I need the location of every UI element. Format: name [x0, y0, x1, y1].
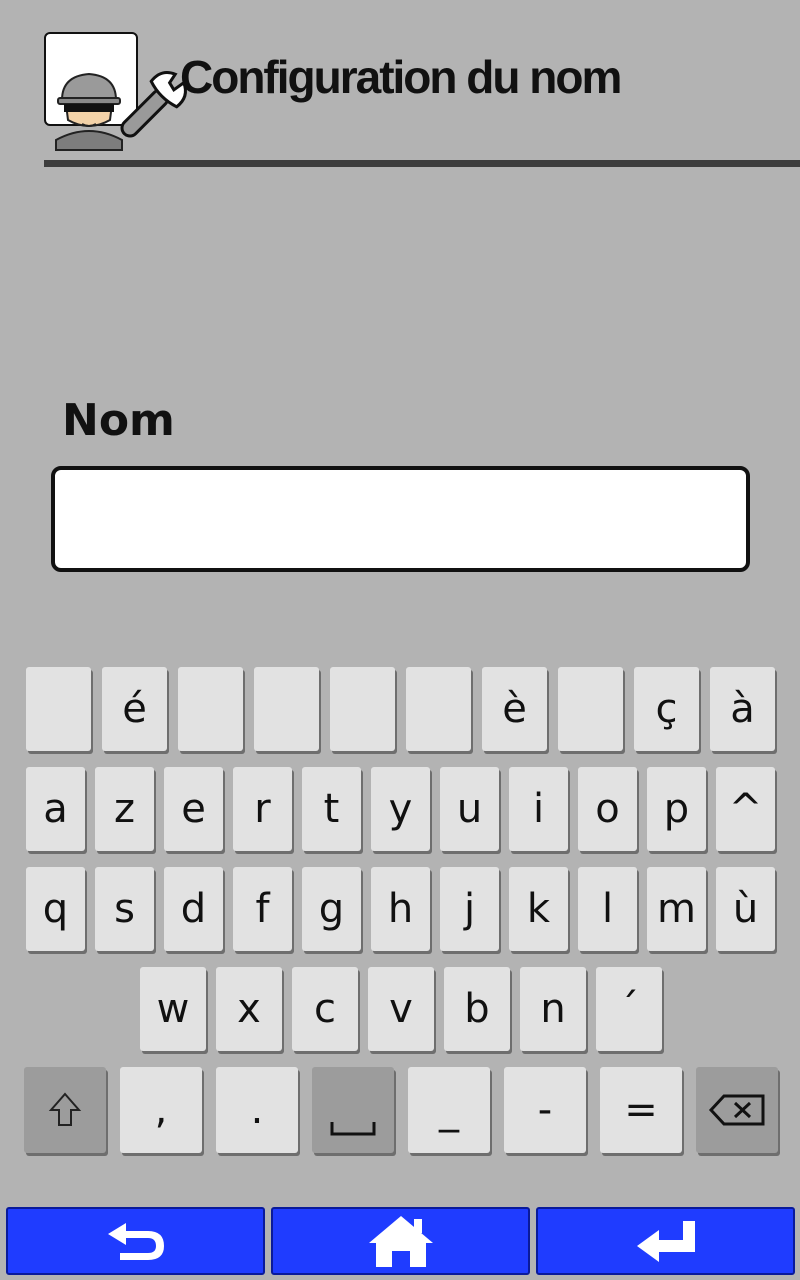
key-o[interactable]: o	[578, 767, 637, 851]
key-w[interactable]: w	[140, 967, 206, 1051]
key-i[interactable]: i	[509, 767, 568, 851]
backspace-icon	[708, 1094, 765, 1126]
key-s[interactable]: s	[95, 867, 154, 951]
key-underscore[interactable]: _	[408, 1067, 490, 1153]
user-settings-icon	[44, 32, 187, 151]
shift-button[interactable]	[24, 1067, 106, 1153]
key-blank[interactable]	[406, 667, 471, 751]
key-g[interactable]: g	[302, 867, 361, 951]
key-blank[interactable]	[26, 667, 91, 751]
backspace-button[interactable]	[696, 1067, 778, 1153]
home-icon	[368, 1216, 433, 1267]
home-button[interactable]	[271, 1207, 530, 1275]
back-icon	[107, 1223, 164, 1260]
key-c[interactable]: c	[292, 967, 358, 1051]
key-y[interactable]: y	[371, 767, 430, 851]
page-title: Configuration du nom	[180, 51, 622, 103]
key-x[interactable]: x	[216, 967, 282, 1051]
key-caret[interactable]: ^	[716, 767, 775, 851]
key-a-grave[interactable]: à	[710, 667, 775, 751]
key-e[interactable]: e	[164, 767, 223, 851]
key-m[interactable]: m	[647, 867, 706, 951]
key-blank[interactable]	[330, 667, 395, 751]
key-j[interactable]: j	[440, 867, 499, 951]
key-t[interactable]: t	[302, 767, 361, 851]
back-button[interactable]	[6, 1207, 265, 1275]
key-d[interactable]: d	[164, 867, 223, 951]
key-period[interactable]: .	[216, 1067, 298, 1153]
key-n[interactable]: n	[520, 967, 586, 1051]
space-icon	[330, 1122, 376, 1136]
key-e-grave[interactable]: è	[482, 667, 547, 751]
key-h[interactable]: h	[371, 867, 430, 951]
shift-icon	[48, 1092, 82, 1126]
key-z[interactable]: z	[95, 767, 154, 851]
key-q[interactable]: q	[26, 867, 85, 951]
key-u[interactable]: u	[440, 767, 499, 851]
key-c-cedilla[interactable]: ç	[634, 667, 699, 751]
key-e-acute[interactable]: é	[102, 667, 167, 751]
key-equals[interactable]: =	[600, 1067, 682, 1153]
key-p[interactable]: p	[647, 767, 706, 851]
enter-button[interactable]	[536, 1207, 795, 1275]
key-k[interactable]: k	[509, 867, 568, 951]
key-a[interactable]: a	[26, 767, 85, 851]
header-divider	[44, 160, 800, 167]
key-v[interactable]: v	[368, 967, 434, 1051]
enter-icon	[636, 1221, 695, 1262]
key-hyphen[interactable]: -	[504, 1067, 586, 1153]
space-button[interactable]	[312, 1067, 394, 1153]
name-label: Nom	[62, 395, 175, 446]
key-l[interactable]: l	[578, 867, 637, 951]
key-blank[interactable]	[558, 667, 623, 751]
key-f[interactable]: f	[233, 867, 292, 951]
key-r[interactable]: r	[233, 767, 292, 851]
key-comma[interactable]: ,	[120, 1067, 202, 1153]
key-u-grave[interactable]: ù	[716, 867, 775, 951]
key-blank[interactable]	[254, 667, 319, 751]
key-blank[interactable]	[178, 667, 243, 751]
name-input[interactable]	[51, 466, 750, 572]
key-acute-accent[interactable]: ´	[596, 967, 662, 1051]
key-b[interactable]: b	[444, 967, 510, 1051]
